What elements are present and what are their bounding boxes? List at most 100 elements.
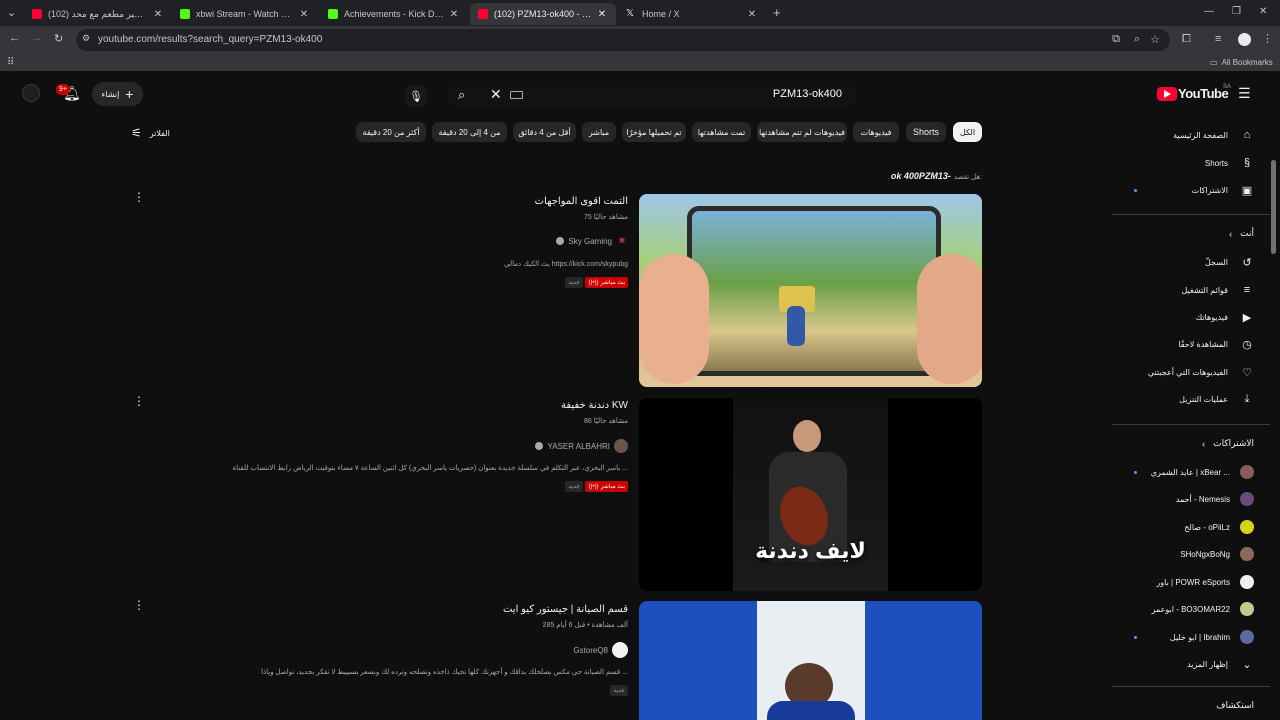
more-actions-icon[interactable]: ⋮ [133,395,145,407]
search-box[interactable]: ⌕ ✕ PZM13-ok400 [448,82,856,108]
guide-menu-icon[interactable]: ☰ [1238,85,1251,102]
chip-under-4[interactable]: أقل من 4 دقائق [513,122,576,142]
minimize-icon[interactable]: — [1204,6,1214,17]
search-input[interactable]: PZM13-ok400 [773,88,842,100]
filters-button[interactable]: ⚟ الفلاتر [131,126,170,140]
sidebar-item-shorts[interactable]: Shorts § [1205,153,1254,173]
all-bookmarks[interactable]: ▭ All Bookmarks [1210,58,1273,67]
video-thumbnail[interactable] [639,194,982,387]
subscription-item[interactable]: أحمد - Nemesis [1176,490,1254,508]
browser-tab[interactable]: (102) حرت كاشير مطعم مع محد... ✕ [24,3,172,25]
thumbnail-caption: لايف دندنة [755,538,866,563]
chip-videos[interactable]: فيديوهات [853,122,899,142]
search-icon[interactable]: ⌕ [458,87,465,103]
sidebar-item-subscriptions[interactable]: الاشتراكات ▣ [1192,180,1254,200]
channel-avatar [1240,602,1254,616]
video-thumbnail[interactable]: لايف دندنة [639,398,982,591]
reload-icon[interactable]: ↻ [54,32,63,45]
more-actions-icon[interactable]: ⋮ [133,599,145,611]
back-icon[interactable]: ← [9,32,20,44]
chip-all[interactable]: الكل [953,122,982,142]
browser-tab-active[interactable]: (102) PZM13-ok400 - YouTube ✕ [470,3,616,25]
sidebar-item-playlists[interactable]: قوائم التشغيل ≡ [1182,280,1255,300]
close-window-icon[interactable]: ✕ [1259,6,1267,17]
sidebar-show-more[interactable]: إظهار المزيد ⌄ [1187,654,1254,674]
browser-tab[interactable]: Achievements - Kick Dashboard ✕ [320,3,468,25]
sidebar-item-history[interactable]: السجلّ ↺ [1205,252,1254,272]
chip-unwatched[interactable]: فيديوهات لم تتم مشاهدتها [757,122,847,142]
subscription-item[interactable]: ابوعمر - BO3OMAR22 [1152,600,1254,618]
chip-over-20[interactable]: أكثر من 20 دقيقة [356,122,426,142]
media-icon[interactable]: ≡ [1215,33,1221,45]
address-bar[interactable]: ⚙ youtube.com/results?search_query=PZM13… [76,29,1170,51]
verified-icon [556,237,565,245]
subscription-item[interactable]: ابو خليل | Ibrahim [1170,628,1254,646]
chip-live[interactable]: مباشر [582,122,616,142]
chip-4-to-20[interactable]: من 4 إلى 20 دقيقة [432,122,507,142]
sidebar-item-label: السجلّ [1204,257,1228,267]
subscription-name: صالح - oPiiLz [1184,522,1230,532]
tab-search-icon[interactable]: ⌄ [7,6,16,19]
channel-link[interactable]: YASER ALBAHRI [535,439,628,453]
video-description: بث الكيك دمالي https://kick.com/skypubg [504,261,628,268]
account-avatar[interactable] [22,84,40,102]
sidebar-item-liked-videos[interactable]: الفيديوهات التي أعجبتني ♡ [1148,362,1254,382]
sidebar-item-your-videos[interactable]: فيديوهاتك ▶ [1196,307,1254,327]
clear-search-icon[interactable]: ✕ [490,86,502,103]
live-label: بث مباشر [600,484,625,490]
channel-avatar [614,439,628,453]
verified-icon [535,442,544,450]
video-title[interactable]: قسم الصيانة | جيستور كيو ايت [503,604,628,615]
extensions-icon[interactable]: ⧠ [1182,33,1191,46]
install-app-icon[interactable]: ⧉ [1112,33,1120,46]
browser-menu-icon[interactable]: ⋮ [1262,32,1273,45]
browser-tab[interactable]: xbwi Stream - Watch Live on Ki... ✕ [172,3,318,25]
microphone-icon: 🎙︎ [409,90,423,103]
subscription-item[interactable]: عايد الشمري | xBear ... [1151,463,1254,481]
subscription-name: SHoNgxBoNg [1180,549,1230,559]
close-tab-icon[interactable]: ✕ [298,9,310,20]
sidebar-you-header[interactable]: ‹ أنت [1229,228,1254,239]
restore-icon[interactable]: ❐ [1232,6,1241,17]
youtube-logo-text[interactable]: YouTube [1178,86,1229,101]
sidebar-item-home[interactable]: الصفحة الرئيسية ⌂ [1173,125,1254,145]
close-tab-icon[interactable]: ✕ [596,9,608,20]
channel-link[interactable]: Sky Gaming ⨳ [556,235,628,247]
forward-icon[interactable]: → [31,32,42,44]
keyboard-icon[interactable] [510,91,523,99]
voice-search-button[interactable]: 🎙︎ [404,84,428,108]
video-thumbnail[interactable] [639,601,982,720]
zoom-icon[interactable]: ⌕ [1134,33,1140,46]
video-meta: 86 مشاهد حاليًا [583,418,628,425]
sidebar-subscriptions-header[interactable]: ‹ الاشتراكات [1202,438,1254,449]
filters-icon: ⚟ [131,126,142,140]
youtube-logo-icon[interactable] [1157,87,1177,101]
create-button[interactable]: إنشاء + [92,82,143,106]
site-info-icon[interactable]: ⚙ [82,33,90,44]
channel-link[interactable]: GstoreQ8 [573,642,628,658]
new-tab-icon[interactable]: + [773,5,781,20]
x-favicon-icon: 𝕏 [626,8,636,19]
notification-count-badge: 9+ [56,84,70,95]
subscription-item[interactable]: صالح - oPiiLz [1184,518,1254,536]
profile-avatar[interactable] [1238,33,1251,46]
subscription-item[interactable]: SHoNgxBoNg [1180,545,1254,563]
url-text[interactable]: youtube.com/results?search_query=PZM13-o… [98,34,322,45]
page-scrollbar[interactable] [1271,160,1276,254]
browser-tab[interactable]: 𝕏 Home / X ✕ [618,3,766,25]
apps-icon[interactable]: ⠿ [7,57,14,68]
chip-watched[interactable]: تمت مشاهدتها [692,122,751,142]
chip-shorts[interactable]: Shorts [906,122,946,142]
did-you-mean-query[interactable]: ok 400PZM13- [891,171,951,181]
close-tab-icon[interactable]: ✕ [746,9,758,20]
video-title[interactable]: التمت اقوى المواجهات [535,196,628,207]
sidebar-item-watch-later[interactable]: المشاهدة لاحقًا ◷ [1178,334,1254,354]
more-actions-icon[interactable]: ⋮ [133,191,145,203]
video-title[interactable]: دندنة خفيفة KW [561,400,628,411]
close-tab-icon[interactable]: ✕ [448,9,460,20]
bookmark-star-icon[interactable]: ☆ [1150,33,1160,46]
chip-recently-uploaded[interactable]: تم تحميلها مؤخرًا [622,122,686,142]
sidebar-item-downloads[interactable]: عمليات التنزيل ⤓ [1179,389,1254,409]
close-tab-icon[interactable]: ✕ [152,9,164,20]
subscription-item[interactable]: باور | POWR eSports [1156,573,1254,591]
